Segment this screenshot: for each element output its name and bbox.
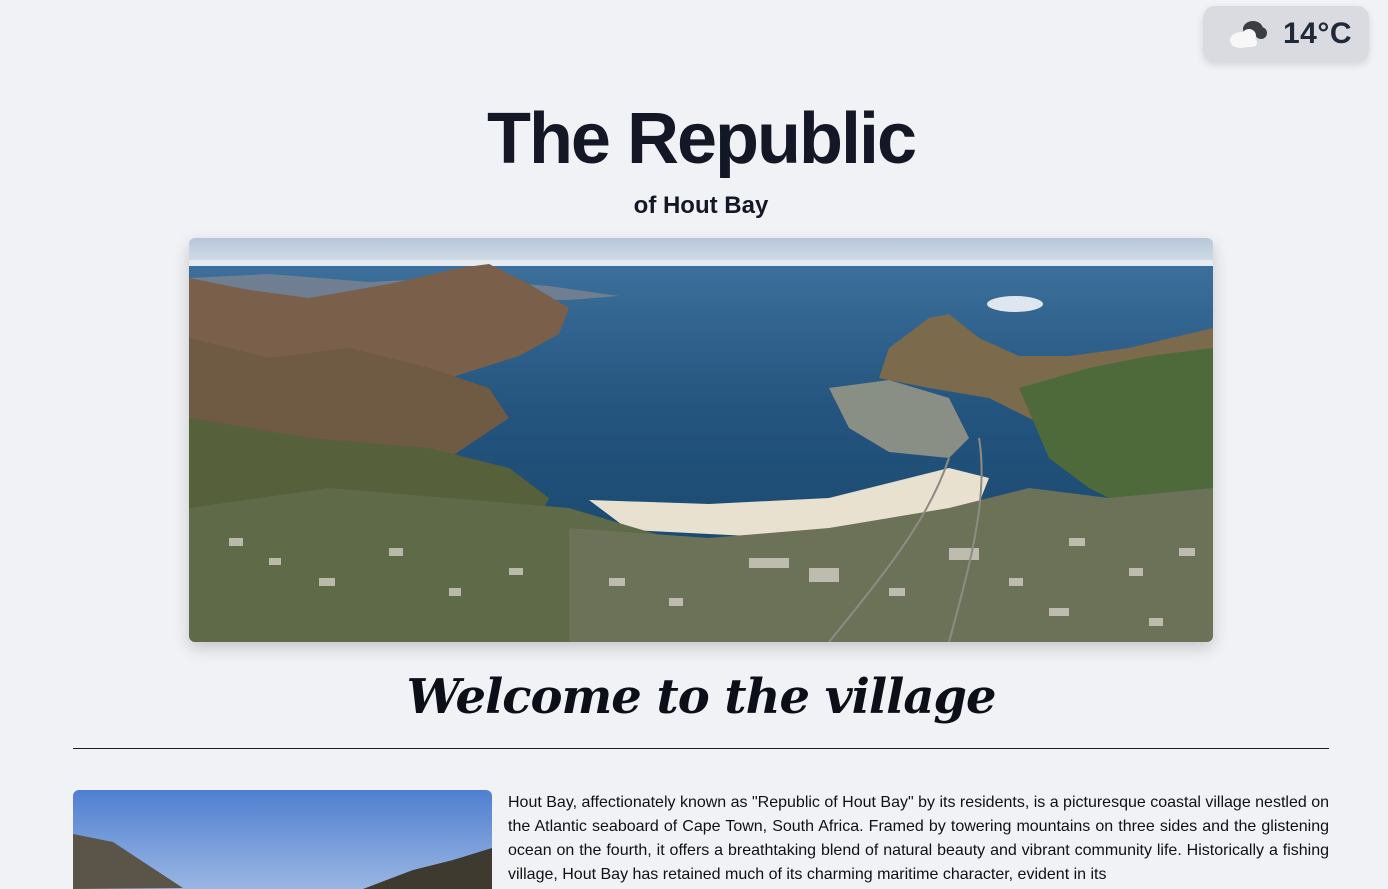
intro-image <box>73 790 492 889</box>
page-subtitle: of Hout Bay <box>633 192 769 219</box>
weather-widget[interactable]: 14°C <box>1203 6 1369 62</box>
page-title: The Republic <box>486 99 917 179</box>
section-divider <box>73 748 1329 749</box>
welcome-heading: Welcome to the village <box>406 669 996 725</box>
hero-image <box>189 238 1213 642</box>
intro-paragraph: Hout Bay, affectionately known as "Repub… <box>508 794 1329 883</box>
page: 14°C The Republic of Hout Bay Welcome to… <box>0 0 1388 889</box>
temperature-value: 14°C <box>1283 17 1353 50</box>
cloudy-icon <box>1230 21 1267 48</box>
